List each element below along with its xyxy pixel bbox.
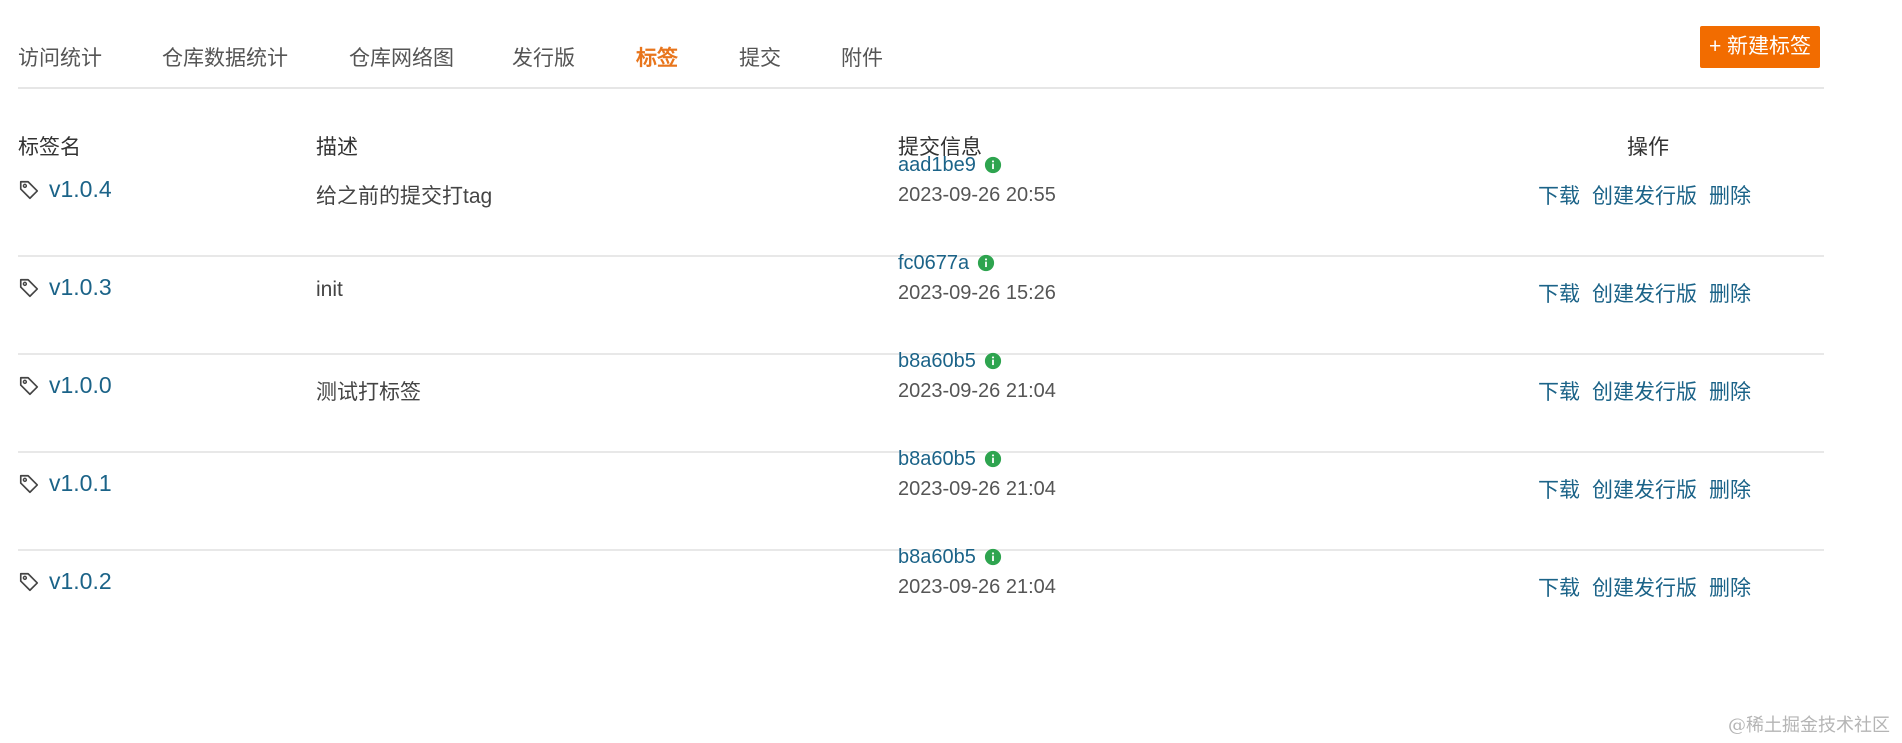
tag-icon [19, 474, 39, 493]
commit-sha-link[interactable]: b8a60b5 [898, 448, 976, 471]
commit-time: 2023-09-26 15:26 [898, 282, 1056, 304]
tab-bar: 访问统计 仓库数据统计 仓库网络图 发行版 标签 提交 附件 + 新建标签 [18, 0, 1824, 89]
tags-page: 访问统计 仓库数据统计 仓库网络图 发行版 标签 提交 附件 + 新建标签 标签… [0, 0, 1902, 743]
row-actions: 下载 创建发行版 删除 [1538, 278, 1751, 308]
download-link[interactable]: 下载 [1538, 474, 1580, 504]
column-header-description: 描述 [316, 136, 358, 159]
info-icon[interactable] [984, 548, 1002, 566]
commit-sha-link[interactable]: b8a60b5 [898, 546, 976, 569]
table-row: v1.0.0 测试打标签 b8a60b5 2023-09-26 21:04 下载… [18, 350, 1824, 453]
info-icon[interactable] [984, 450, 1002, 468]
row-actions: 下载 创建发行版 删除 [1538, 180, 1751, 210]
commit-time: 2023-09-26 21:04 [898, 380, 1056, 402]
row-actions: 下载 创建发行版 删除 [1538, 376, 1751, 406]
create-release-link[interactable]: 创建发行版 [1592, 474, 1697, 504]
tab-tags[interactable]: 标签 [636, 42, 678, 72]
download-link[interactable]: 下载 [1538, 572, 1580, 602]
tag-name: v1.0.0 [49, 372, 112, 398]
info-icon[interactable] [984, 156, 1002, 174]
tag-name: v1.0.2 [49, 568, 112, 594]
tag-name: v1.0.4 [49, 176, 112, 202]
delete-link[interactable]: 删除 [1709, 376, 1751, 406]
tab-visit-stats[interactable]: 访问统计 [18, 42, 102, 72]
watermark: @稀土掘金技术社区 [1728, 715, 1890, 736]
table-row: v1.0.2 b8a60b5 2023-09-26 21:04 下载 创建发行版… [18, 546, 1824, 647]
tab-attachments[interactable]: 附件 [841, 42, 883, 72]
table-row: v1.0.4 给之前的提交打tag aad1be9 2023-09-26 20:… [18, 154, 1824, 257]
commit-info: b8a60b5 2023-09-26 21:04 [898, 346, 1056, 403]
delete-link[interactable]: 删除 [1709, 474, 1751, 504]
commit-info: fc0677a 2023-09-26 15:26 [898, 248, 1056, 305]
tab-repo-data-stats[interactable]: 仓库数据统计 [162, 42, 288, 72]
tag-link[interactable]: v1.0.2 [18, 568, 112, 595]
commit-info: aad1be9 2023-09-26 20:55 [898, 150, 1056, 207]
tag-description: init [316, 278, 343, 301]
new-tag-button[interactable]: + 新建标签 [1700, 26, 1820, 68]
commit-time: 2023-09-26 20:55 [898, 184, 1056, 206]
create-release-link[interactable]: 创建发行版 [1592, 180, 1697, 210]
column-header-operations: 操作 [1627, 136, 1669, 159]
table-row: v1.0.1 b8a60b5 2023-09-26 21:04 下载 创建发行版… [18, 448, 1824, 551]
tag-icon [19, 278, 39, 297]
tag-description: 测试打标签 [316, 381, 421, 404]
tag-description: 给之前的提交打tag [316, 185, 493, 208]
tab-releases[interactable]: 发行版 [512, 42, 575, 72]
info-icon[interactable] [984, 352, 1002, 370]
tag-icon [19, 180, 39, 199]
column-header-tag: 标签名 [18, 136, 81, 159]
table-row: v1.0.3 init fc0677a 2023-09-26 15:26 下载 … [18, 252, 1824, 355]
info-icon[interactable] [977, 254, 995, 272]
row-actions: 下载 创建发行版 删除 [1538, 474, 1751, 504]
tab-repo-network[interactable]: 仓库网络图 [349, 42, 454, 72]
tag-link[interactable]: v1.0.1 [18, 470, 112, 497]
tag-name: v1.0.3 [49, 274, 112, 300]
create-release-link[interactable]: 创建发行版 [1592, 278, 1697, 308]
tag-link[interactable]: v1.0.4 [18, 176, 112, 203]
commit-info: b8a60b5 2023-09-26 21:04 [898, 542, 1056, 599]
download-link[interactable]: 下载 [1538, 278, 1580, 308]
commit-time: 2023-09-26 21:04 [898, 478, 1056, 500]
create-release-link[interactable]: 创建发行版 [1592, 572, 1697, 602]
download-link[interactable]: 下载 [1538, 376, 1580, 406]
commit-time: 2023-09-26 21:04 [898, 576, 1056, 598]
commit-info: b8a60b5 2023-09-26 21:04 [898, 444, 1056, 501]
delete-link[interactable]: 删除 [1709, 278, 1751, 308]
download-link[interactable]: 下载 [1538, 180, 1580, 210]
tag-name: v1.0.1 [49, 470, 112, 496]
row-actions: 下载 创建发行版 删除 [1538, 572, 1751, 602]
commit-sha-link[interactable]: b8a60b5 [898, 350, 976, 373]
tag-icon [19, 376, 39, 395]
delete-link[interactable]: 删除 [1709, 572, 1751, 602]
commit-sha-link[interactable]: aad1be9 [898, 154, 976, 177]
commit-sha-link[interactable]: fc0677a [898, 252, 969, 275]
tab-commits[interactable]: 提交 [739, 42, 781, 72]
tag-link[interactable]: v1.0.3 [18, 274, 112, 301]
tag-link[interactable]: v1.0.0 [18, 372, 112, 399]
tag-icon [19, 572, 39, 591]
create-release-link[interactable]: 创建发行版 [1592, 376, 1697, 406]
delete-link[interactable]: 删除 [1709, 180, 1751, 210]
